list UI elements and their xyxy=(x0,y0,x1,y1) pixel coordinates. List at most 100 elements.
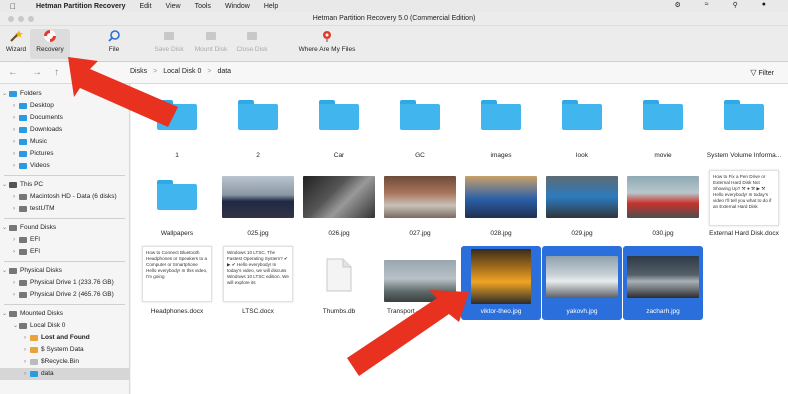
file-item-image[interactable]: 026.jpg xyxy=(299,172,379,242)
file-item-folder[interactable]: movie xyxy=(623,94,703,164)
breadcrumb-data[interactable]: data xyxy=(217,68,231,75)
up-icon[interactable]: ↑ xyxy=(54,67,59,78)
menu-view[interactable]: View xyxy=(166,3,181,10)
spotlight-icon[interactable]: ⚲ xyxy=(733,1,738,9)
apple-menu-icon[interactable]:  xyxy=(10,2,16,11)
file-item-document[interactable]: Windows 10 LTSC. The Fastest Operating S… xyxy=(218,246,298,320)
computer-icon xyxy=(9,182,17,188)
file-item-document[interactable]: How to Connect Bluetooth Headphones or S… xyxy=(137,246,217,320)
file-name: 026.jpg xyxy=(328,230,350,237)
control-center-icon[interactable]: ⚙ xyxy=(675,1,681,9)
file-item-folder[interactable]: images xyxy=(461,94,541,164)
file-item-image-selected[interactable]: zacharh.jpg xyxy=(623,246,703,320)
drive-icon xyxy=(9,225,17,231)
find-file-button[interactable]: File xyxy=(104,29,124,53)
folder-icon xyxy=(9,91,17,97)
red-car-thumbnail xyxy=(627,176,699,218)
wizard-button[interactable]: Wizard xyxy=(4,29,28,53)
folder-icon xyxy=(481,100,521,130)
chevron-right-icon: › xyxy=(13,151,15,157)
folder-icon xyxy=(643,100,683,130)
menu-help[interactable]: Help xyxy=(264,3,278,10)
file-item-image-selected[interactable]: yakovh.jpg xyxy=(542,246,622,320)
back-icon[interactable]: ← xyxy=(8,67,18,78)
tree-item-macintosh-hd[interactable]: › Macintosh HD - Data (6 disks) xyxy=(0,191,129,203)
menu-tools[interactable]: Tools xyxy=(195,3,211,10)
siri-icon[interactable]: ● xyxy=(762,1,766,9)
folder-icon xyxy=(30,335,38,341)
grey-car-thumbnail xyxy=(627,256,699,298)
menu-edit[interactable]: Edit xyxy=(139,3,151,10)
tree-item-physical-drive-2[interactable]: › Physical Drive 2 (465.76 GB) xyxy=(0,289,129,301)
forward-icon[interactable]: → xyxy=(32,67,42,78)
tree-item-efi[interactable]: › EFI xyxy=(0,246,129,258)
file-name: GC xyxy=(415,152,425,159)
file-item-image[interactable]: 030.jpg xyxy=(623,172,703,242)
where-are-my-files-button[interactable]: Where Are My Files xyxy=(296,29,358,53)
sidebar-divider xyxy=(4,304,125,305)
lifebuoy-icon xyxy=(44,30,56,42)
file-item-folder[interactable]: look xyxy=(542,94,622,164)
tree-item-local-disk-0[interactable]: ⌄ Local Disk 0 xyxy=(0,320,129,332)
minimize-window-icon[interactable] xyxy=(18,16,24,22)
file-name: Headphones.docx xyxy=(150,308,204,315)
disk-icon xyxy=(164,32,174,40)
file-item-image[interactable]: 028.jpg xyxy=(461,172,541,242)
drive-icon xyxy=(9,311,17,317)
file-item-image[interactable]: 025.jpg xyxy=(218,172,298,242)
close-window-icon[interactable] xyxy=(8,16,14,22)
tree-item-music[interactable]: › Music xyxy=(0,136,129,148)
tree-item-recycle-bin[interactable]: › $Recycle.Bin xyxy=(0,356,129,368)
tree-item-system-data[interactable]: › $ System Data xyxy=(0,344,129,356)
wifi-icon[interactable]: ≈ xyxy=(705,1,709,9)
folder-icon xyxy=(157,180,197,210)
file-item-folder[interactable]: Wallpapers xyxy=(137,172,217,242)
menu-app-name[interactable]: Hetman Partition Recovery xyxy=(36,3,125,10)
file-item-image[interactable]: 027.jpg xyxy=(380,172,460,242)
file-label: File xyxy=(108,46,120,53)
file-name: 029.jpg xyxy=(571,230,593,237)
filter-button[interactable]: ▽ Filter xyxy=(750,68,774,77)
folder-icon xyxy=(19,127,27,133)
file-name: Car xyxy=(333,152,345,159)
window-title: Hetman Partition Recovery 5.0 (Commercia… xyxy=(312,15,476,22)
drive-icon xyxy=(19,280,27,286)
chevron-down-icon: ⌄ xyxy=(2,268,8,274)
mount-disk-button[interactable]: Mount Disk xyxy=(192,29,230,53)
mount-disk-label: Mount Disk xyxy=(194,46,228,53)
folder-icon xyxy=(319,100,359,130)
chevron-right-icon: › xyxy=(13,249,15,255)
file-item-document[interactable]: How to Fix a Pen Drive or External Hard … xyxy=(704,170,784,242)
tree-this-pc-header[interactable]: ⌄ This PC xyxy=(0,179,129,191)
tree-item-data[interactable]: › data xyxy=(0,368,129,380)
file-item-image[interactable]: 029.jpg xyxy=(542,172,622,242)
tree-item-lost-and-found[interactable]: › Lost and Found xyxy=(0,332,129,344)
tree-item-pictures[interactable]: › Pictures xyxy=(0,148,129,160)
pin-icon xyxy=(323,31,331,42)
chevron-down-icon: ⌄ xyxy=(13,323,19,329)
tree-item-testutm[interactable]: › testUTM xyxy=(0,203,129,215)
file-item-folder[interactable]: Car xyxy=(299,94,379,164)
file-item-folder[interactable]: 2 xyxy=(218,94,298,164)
tree-item-videos[interactable]: › Videos xyxy=(0,160,129,172)
save-disk-label: Save Disk xyxy=(154,46,184,53)
tree-mounted-disks-header[interactable]: ⌄ Mounted Disks xyxy=(0,308,129,320)
tree-item-efi[interactable]: › EFI xyxy=(0,234,129,246)
close-disk-label: Close Disk xyxy=(236,46,268,53)
zoom-window-icon[interactable] xyxy=(28,16,34,22)
white-car-thumbnail xyxy=(546,256,618,298)
save-disk-button[interactable]: Save Disk xyxy=(152,29,186,53)
car-interior-thumbnail xyxy=(303,176,375,218)
chevron-down-icon: ⌄ xyxy=(2,182,8,188)
tree-physical-disks-header[interactable]: ⌄ Physical Disks xyxy=(0,265,129,277)
chevron-right-icon: › xyxy=(13,292,15,298)
tree-found-disks-header[interactable]: ⌄ Found Disks xyxy=(0,222,129,234)
menu-window[interactable]: Window xyxy=(225,3,250,10)
close-disk-button[interactable]: Close Disk xyxy=(234,29,270,53)
file-name: LTSC.docx xyxy=(242,308,274,315)
file-item-folder[interactable]: System Volume Informa... xyxy=(704,94,784,164)
tree-item-physical-drive-1[interactable]: › Physical Drive 1 (233.76 GB) xyxy=(0,277,129,289)
file-item-folder[interactable]: GC xyxy=(380,94,460,164)
folder-icon xyxy=(238,100,278,130)
chevron-right-icon: › xyxy=(13,127,15,133)
